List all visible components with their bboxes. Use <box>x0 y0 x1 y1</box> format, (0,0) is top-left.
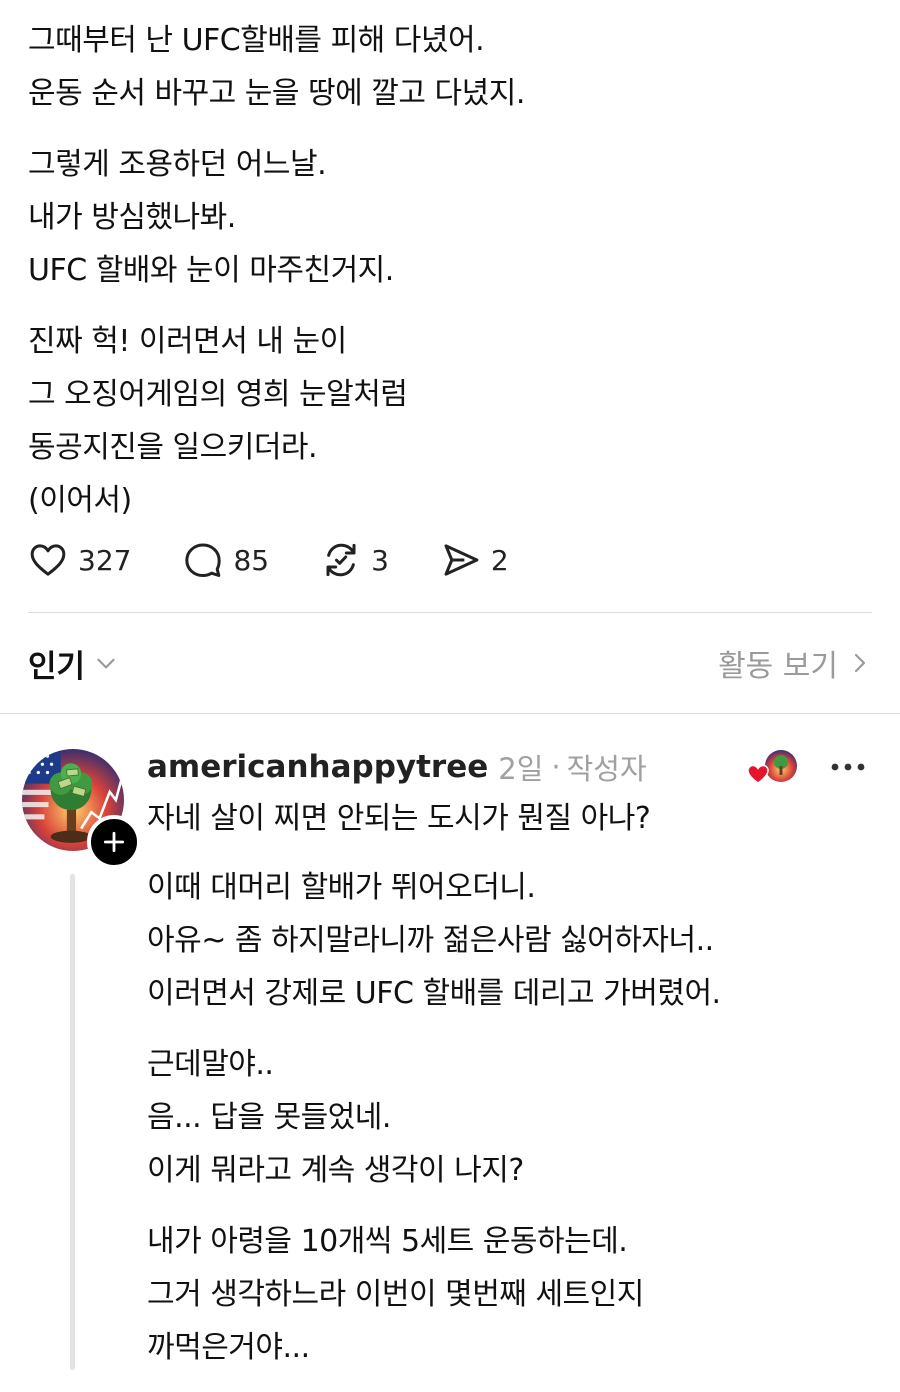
reply-line: 이러면서 강제로 UFC 할배를 데리고 가버렸어. <box>147 976 721 1011</box>
send-icon <box>444 544 479 576</box>
divider <box>0 713 900 714</box>
chevron-right-icon <box>854 653 866 673</box>
comment-button[interactable]: 85 <box>183 540 269 580</box>
reply-line: 자네 살이 찌면 안되는 도시가 뭔질 아나? <box>147 801 651 836</box>
post-line: 동공지진을 일으키더라. <box>28 430 318 465</box>
post-paragraph: 진짜 헉! 이러면서 내 눈이 그 오징어게임의 영희 눈알처럼 동공지진을 일… <box>28 315 878 527</box>
reply-paragraph: 자네 살이 찌면 안되는 도시가 뭔질 아나? <box>147 792 887 845</box>
like-count: 327 <box>78 543 132 577</box>
post-paragraph: 그때부터 난 UFC할배를 피해 다녔어. 운동 순서 바꾸고 눈을 땅에 깔고… <box>28 14 878 120</box>
share-button[interactable]: 2 <box>441 540 509 580</box>
more-options-button[interactable] <box>826 752 870 782</box>
plus-icon <box>103 831 125 853</box>
reply-meta: americanhappytree 2일 · 작성자 <box>147 744 647 790</box>
reply-line: 이때 대머리 할배가 뛰어오더니. <box>147 870 536 905</box>
repost-count: 3 <box>371 543 389 577</box>
reply-line: 그거 생각하느라 이번이 몇번째 세트인지 <box>147 1277 644 1312</box>
author-liked-indicator <box>746 748 800 788</box>
repost-button[interactable]: 3 <box>321 540 389 580</box>
sort-bar: 인기 활동 보기 <box>28 640 872 686</box>
meta-separator: · <box>551 750 561 784</box>
ellipsis-icon <box>831 763 865 771</box>
reply-line: 근데말야.. <box>147 1047 274 1082</box>
reply-paragraph: 이때 대머리 할배가 뛰어오더니. 아유~ 좀 하지말라니까 젊은사람 싫어하자… <box>147 861 887 1020</box>
post-line: 운동 순서 바꾸고 눈을 땅에 깔고 다녔지. <box>28 76 525 111</box>
sort-label: 인기 <box>28 648 86 685</box>
reply-paragraph: 내가 아령을 10개씩 5세트 운동하는데. 그거 생각하느라 이번이 몇번째 … <box>147 1215 887 1374</box>
thread-line <box>70 874 75 1370</box>
reply-body: 자네 살이 찌면 안되는 도시가 뭔질 아나? 이때 대머리 할배가 뛰어오더니… <box>147 792 887 1392</box>
follow-button[interactable] <box>87 815 141 869</box>
sort-dropdown[interactable]: 인기 <box>28 641 119 686</box>
repost-icon <box>326 543 356 577</box>
comment-icon <box>185 543 222 577</box>
post-line: 그 오징어게임의 영희 눈알처럼 <box>28 377 408 412</box>
reply-line: 음... 답을 못들었네. <box>147 1100 391 1135</box>
view-activity-label: 활동 보기 <box>718 649 838 684</box>
chevron-down-icon <box>97 658 115 669</box>
reply-paragraph: 근데말야.. 음... 답을 못들었네. 이게 뭐라고 계속 생각이 나지? <box>147 1038 887 1197</box>
action-bar: 327 85 3 2 <box>28 534 561 586</box>
reply-line: 아유~ 좀 하지말라니까 젊은사람 싫어하자너.. <box>147 923 714 958</box>
view-activity-link[interactable]: 활동 보기 <box>718 641 872 685</box>
post-line: 진짜 헉! 이러면서 내 눈이 <box>28 324 347 359</box>
post-paragraph: 그렇게 조용하던 어느날. 내가 방심했나봐. UFC 할배와 눈이 마주친거지… <box>28 138 878 297</box>
post-line: 그때부터 난 UFC할배를 피해 다녔어. <box>28 23 485 58</box>
post-line: (이어서) <box>28 483 132 518</box>
author-liked-avatar-icon <box>747 750 797 784</box>
post-line: 그렇게 조용하던 어느날. <box>28 147 327 182</box>
reply-line: 내가 아령을 10개씩 5세트 운동하는데. <box>147 1224 628 1259</box>
like-button[interactable]: 327 <box>28 540 131 580</box>
share-count: 2 <box>490 543 509 577</box>
post-body: 그때부터 난 UFC할배를 피해 다녔어. 운동 순서 바꾸고 눈을 땅에 깔고… <box>28 14 878 545</box>
reply-line: 까먹은거야... <box>147 1330 310 1365</box>
reply-username[interactable]: americanhappytree <box>147 749 488 785</box>
divider <box>28 612 872 613</box>
heart-icon <box>30 544 66 576</box>
reply-line: 이게 뭐라고 계속 생각이 나지? <box>147 1153 524 1188</box>
reply-time: 2일 <box>498 752 544 786</box>
comment-count: 85 <box>233 543 270 577</box>
author-badge: 작성자 <box>566 752 647 786</box>
post-line: UFC 할배와 눈이 마주친거지. <box>28 253 394 288</box>
post-line: 내가 방심했나봐. <box>28 200 236 235</box>
